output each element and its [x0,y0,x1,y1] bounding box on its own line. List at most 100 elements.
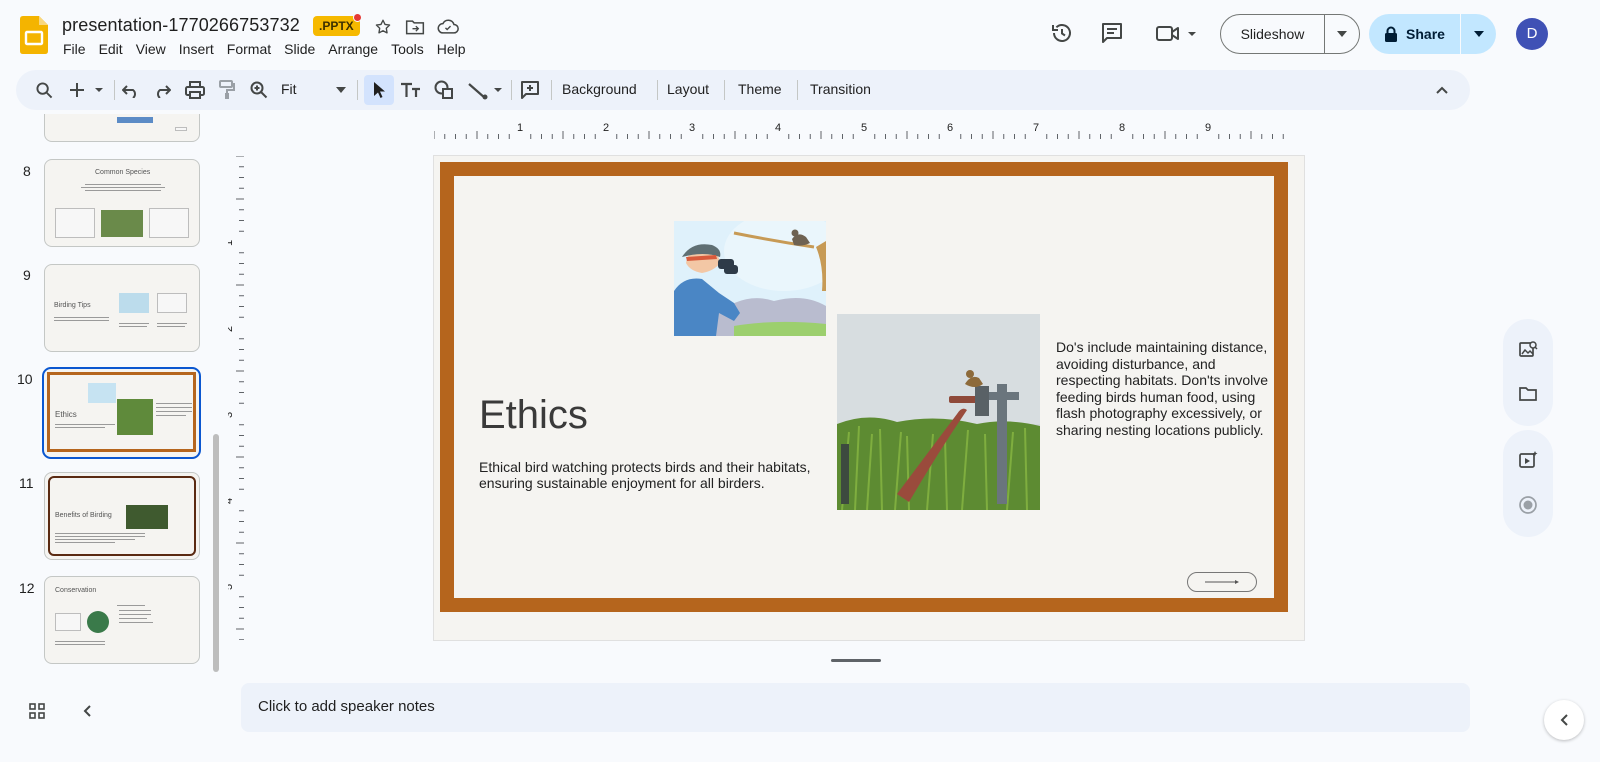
comments-icon[interactable] [1099,20,1125,46]
slide-side-text[interactable]: Do's include maintaining distance, avoid… [1056,339,1276,438]
arrow-right-icon [1205,580,1239,584]
zoom-icon[interactable] [247,78,271,102]
image-search-icon[interactable] [1516,338,1540,362]
thumb-image [101,210,143,237]
slide-title[interactable]: Ethics [479,393,588,438]
thumb-text-line [55,539,135,540]
new-slide-icon[interactable] [68,78,108,102]
slide-thumbnail-9[interactable]: Birding Tips [44,264,200,352]
slide-thumbnail-10[interactable]: Ethics [42,367,201,459]
grid-view-icon[interactable] [26,700,48,722]
thumb-text-line [157,323,187,324]
thumb-image [117,117,153,123]
share-label-group[interactable]: Share [1369,14,1461,54]
folder-icon[interactable] [1516,382,1540,406]
menu-insert[interactable]: Insert [179,41,214,57]
star-icon[interactable] [372,16,394,38]
text-box-icon[interactable] [399,78,423,102]
account-avatar[interactable]: D [1516,18,1548,50]
filmstrip-scrollbar[interactable] [213,434,219,672]
vertical-ruler[interactable]: 1 2 3 4 5 [228,156,244,640]
speaker-notes-panel[interactable]: Click to add speaker notes [241,683,1470,732]
thumb-text-line [156,407,192,408]
redo-icon[interactable] [150,78,174,102]
select-cursor-icon[interactable] [367,78,391,102]
slide-body-text[interactable]: Ethical bird watching protects birds and… [479,459,839,491]
thumb-text-line [55,641,105,642]
add-comment-icon[interactable] [518,78,542,102]
thumb-text-line [156,415,186,416]
version-history-icon[interactable] [1049,20,1075,46]
ruler-label: 5 [228,584,235,590]
thumb-text-line [117,605,145,606]
collapse-toolbar-icon[interactable] [1430,78,1454,102]
slideshow-dropdown-icon[interactable] [1325,15,1359,53]
meet-call-icon[interactable] [1155,20,1199,46]
menu-view[interactable]: View [136,41,166,57]
slide-number: 9 [23,267,31,283]
menu-arrange[interactable]: Arrange [328,41,378,57]
share-label: Share [1406,26,1445,42]
collapse-filmstrip-icon[interactable] [76,700,98,722]
thumb-title: Benefits of Birding [55,512,112,519]
undo-icon[interactable] [119,78,143,102]
background-button[interactable]: Background [562,81,637,97]
side-panel-toggle[interactable] [1544,700,1584,740]
thumb-text-line [119,622,153,623]
record-icon[interactable] [1516,493,1540,517]
slide-number: 12 [19,580,35,596]
zoom-select[interactable]: Fit [281,81,297,97]
slide-thumbnail-11[interactable]: Benefits of Birding [44,472,200,560]
side-panel-top [1503,319,1553,426]
ruler-label: 4 [228,498,235,504]
toolbar-divider [657,80,658,100]
badge-notification-dot [353,13,362,22]
slideshow-label[interactable]: Slideshow [1221,15,1325,53]
birdwatcher-illustration[interactable] [674,221,826,336]
ai-video-icon[interactable] [1516,448,1540,472]
header: presentation-1770266753732 .PPTX File Ed… [0,0,1600,68]
slide-thumbnail-7[interactable] [44,114,200,142]
slide-thumbnail-12[interactable]: Conservation [44,576,200,664]
transition-button[interactable]: Transition [810,81,871,97]
bird-on-sprinkler-photo[interactable] [837,314,1040,510]
move-folder-icon[interactable] [404,16,426,38]
thumb-image [126,505,168,529]
search-menus-icon[interactable] [32,78,56,102]
share-dropdown-icon[interactable] [1461,14,1496,54]
print-icon[interactable] [183,78,207,102]
shape-icon[interactable] [432,78,456,102]
arrow-button-shape[interactable] [1187,572,1257,592]
zoom-dropdown-icon[interactable] [334,78,348,102]
thumb-placeholder [55,208,95,238]
notes-resize-handle[interactable] [831,659,881,662]
cloud-saved-icon[interactable] [437,16,459,38]
slide-thumbnail-8[interactable]: Common Species [44,159,200,247]
toolbar-divider [511,80,512,100]
menu-format[interactable]: Format [227,41,271,57]
menu-help[interactable]: Help [437,41,466,57]
thumb-text-line [119,614,151,615]
share-button[interactable]: Share [1369,14,1496,54]
thumb-image [87,611,109,633]
horizontal-ruler[interactable]: 1 2 3 4 5 6 7 8 9 [434,121,1296,139]
slide-filmstrip[interactable]: 8 Common Species 9 Birding Tips 10 Ethic… [0,114,225,674]
thumb-text-line [85,184,161,185]
theme-button[interactable]: Theme [738,81,782,97]
layout-button[interactable]: Layout [667,81,709,97]
line-tool-icon[interactable] [466,78,506,102]
menu-edit[interactable]: Edit [99,41,123,57]
document-title[interactable]: presentation-1770266753732 [62,15,300,36]
thumb-text-line [119,610,151,611]
paint-format-icon[interactable] [215,78,239,102]
ruler-label: 5 [861,122,867,134]
menu-file[interactable]: File [63,41,86,57]
menu-tools[interactable]: Tools [391,41,424,57]
slideshow-button[interactable]: Slideshow [1220,14,1360,54]
ruler-label: 2 [603,122,609,134]
toolbar-divider [357,80,358,100]
slides-logo-icon[interactable] [20,16,48,54]
ruler-label: 4 [775,122,781,134]
ruler-label: 1 [228,240,235,246]
menu-slide[interactable]: Slide [284,41,315,57]
